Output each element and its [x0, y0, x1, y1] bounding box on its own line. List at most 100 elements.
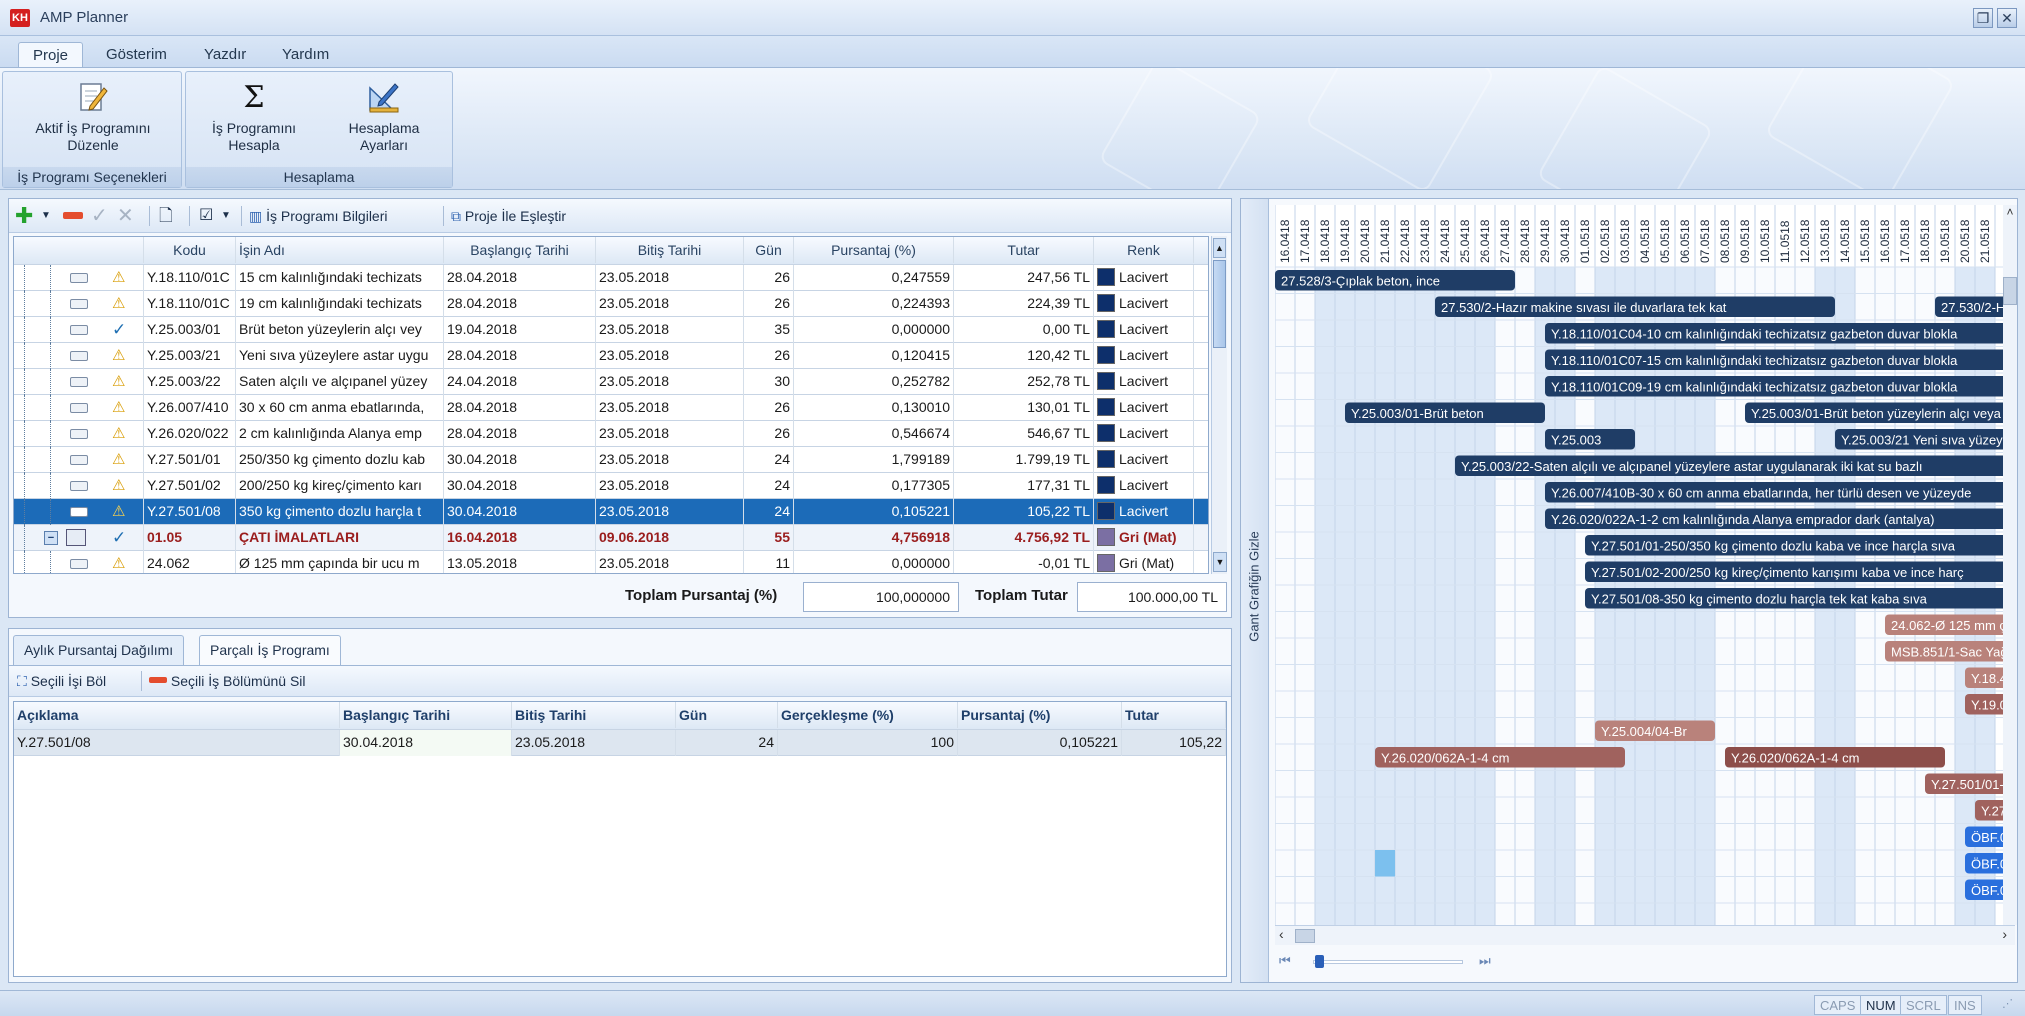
tree-cell[interactable]: ⚠	[14, 369, 144, 395]
gantt-hscroll-thumb[interactable]	[1295, 929, 1315, 943]
add-dropdown-chevron-icon[interactable]: ▼	[41, 204, 51, 228]
split-header-aciklama[interactable]: Açıklama	[14, 702, 340, 728]
gantt-bar[interactable]: MSB.851/1-Sac Yağmur İniş	[1885, 641, 2003, 662]
resize-grip-icon[interactable]: ⋰	[2002, 997, 2013, 1010]
calculation-settings-button[interactable]: Hesaplama Ayarları	[324, 74, 444, 166]
table-row[interactable]: ⚠ 24.062 Ø 125 mm çapında bir ucu m 13.05.2…	[14, 551, 1208, 573]
table-row[interactable]: ✓ Y.25.003/01 Brüt beton yüzeylerin alçı v…	[14, 317, 1208, 343]
add-icon[interactable]: ✚	[15, 204, 33, 228]
cancel-x-icon[interactable]: ✕	[117, 204, 134, 228]
table-row[interactable]: ⚠ Y.27.501/01 250/350 kg çimento dozlu kab…	[14, 447, 1208, 473]
gantt-bar[interactable]: Y.27.501/02-200/250 kg kireç/çimento kar…	[1585, 561, 2003, 583]
nav-last-icon[interactable]: ⏭	[1479, 953, 1491, 969]
remove-button[interactable]	[63, 204, 85, 228]
grid-header-kodu[interactable]: Kodu	[144, 237, 236, 263]
scroll-down-icon[interactable]: ▼	[1213, 552, 1227, 572]
collapse-node-icon[interactable]: −	[44, 531, 58, 545]
confirm-check-icon[interactable]: ✓	[91, 204, 108, 228]
split-task-button[interactable]: ⛶ Seçili İşi Böl	[17, 669, 106, 693]
gantt-bar[interactable]: Y.25.003/22-Saten alçılı ve alçıpanel yü…	[1455, 455, 2003, 477]
nav-first-icon[interactable]: ⏮	[1279, 953, 1291, 969]
grid-vertical-scrollbar[interactable]: ▲ ▼	[1211, 236, 1227, 574]
gantt-bar[interactable]: 27.528/3-Çıplak beton, ince	[1275, 270, 1515, 291]
gantt-bar[interactable]: 27.530/2-Hazır makine sıvası ile duvarla…	[1435, 296, 1835, 318]
tab-gosterim[interactable]: Gösterim	[92, 42, 181, 68]
table-row[interactable]: ⚠ Y.18.110/01C 19 cm kalınlığındaki techiz…	[14, 291, 1208, 317]
gantt-scroll-thumb[interactable]	[2003, 277, 2017, 305]
edit-active-program-button[interactable]: Aktif İş Programını Düzenle	[13, 74, 173, 166]
gantt-bar[interactable]: Y.18.110/01C09-19 cm kalınlığındaki tech…	[1545, 376, 2003, 397]
tree-cell[interactable]: ⚠	[14, 551, 144, 573]
tab-proje[interactable]: Proje	[18, 42, 84, 68]
gantt-bar[interactable]: Y.25.003/01-Brüt beton yüzeylerin alçı v…	[1745, 402, 2003, 424]
table-row[interactable]: ⚠ Y.25.003/21 Yeni sıva yüzeylere astar uy…	[14, 343, 1208, 369]
grid-header-renk[interactable]: Renk	[1094, 237, 1194, 263]
gantt-bar[interactable]: 27.530/2-Hazır	[1935, 296, 2003, 318]
close-window-button[interactable]: ✕	[1997, 8, 2017, 28]
table-row[interactable]: ⚠ Y.27.501/02 200/250 kg kireç/çimento kar…	[14, 473, 1208, 499]
tab-parcali-is-programi[interactable]: Parçalı İş Programı	[199, 635, 341, 665]
gantt-selected-cell[interactable]	[1375, 850, 1395, 877]
gantt-bar[interactable]: Y.27.585/B-	[1975, 800, 2003, 821]
timeline-track[interactable]	[1313, 960, 1463, 964]
gantt-toggle-strip[interactable]: Gant Grafiğin Gizle	[1241, 199, 1269, 982]
tree-cell[interactable]: ⚠	[14, 473, 144, 499]
split-header-pursantaj[interactable]: Pursantaj (%)	[958, 702, 1122, 728]
gantt-bar[interactable]: Y.26.020/022A-1-2 cm kalınlığında Alanya…	[1545, 508, 2003, 530]
gantt-bar[interactable]: Y.25.003/21 Yeni sıva yüzeylere	[1835, 429, 2003, 450]
table-row[interactable]: ⚠ Y.26.007/410 30 x 60 cm anma ebatlarında…	[14, 395, 1208, 421]
hide-gantt-label[interactable]: Gant Grafiğin Gizle	[1247, 502, 1262, 672]
gantt-bar[interactable]: Y.25.004/04-Br	[1595, 720, 1715, 742]
gantt-bar[interactable]: Y.18.461/041-150	[1965, 667, 2003, 689]
gantt-scroll-right-icon[interactable]: ›	[2002, 926, 2007, 942]
gantt-bar[interactable]: Y.26.007/410B-30 x 60 cm anma ebatlarınd…	[1545, 482, 2003, 503]
grid-header-isin-adi[interactable]: İşin Adı	[236, 237, 444, 263]
tab-yardim[interactable]: Yardım	[268, 42, 343, 68]
split-header-gun[interactable]: Gün	[676, 702, 778, 728]
match-project-button[interactable]: ⧉ Proje İle Eşleştir	[451, 204, 566, 228]
tree-cell[interactable]: ⚠	[14, 265, 144, 291]
grid-header-no[interactable]: No	[1194, 237, 1208, 263]
table-row[interactable]: − ✓ 01.05 ÇATI İMALATLARI 16.04.2018 09.06.20…	[14, 525, 1208, 551]
gantt-bar[interactable]: Y.26.020/062A-1-4 cm	[1725, 747, 1945, 768]
gantt-scroll-left-icon[interactable]: ‹	[1279, 926, 1284, 942]
gantt-bar[interactable]: Y.18.110/01C07-15 cm kalınlığındaki tech…	[1545, 349, 2003, 371]
document-icon[interactable]: 🗋	[159, 204, 173, 228]
split-grid-row[interactable]: Y.27.501/08 30.04.2018 23.05.2018 24 100…	[14, 730, 1226, 756]
grid-header-bitis[interactable]: Bitiş Tarihi	[596, 237, 744, 263]
gantt-bar[interactable]: ÖBF.070-LK2 90x2	[1965, 826, 2003, 848]
gantt-bar[interactable]: Y.26.020/062A-1-4 cm	[1375, 747, 1625, 768]
gantt-bar[interactable]: 24.062-Ø 125 mm çapında	[1885, 614, 2003, 636]
timeline-slider-handle[interactable]	[1315, 955, 1324, 968]
tree-cell[interactable]: ⚠	[14, 291, 144, 317]
gantt-bar[interactable]: Y.25.003/01-Brüt beton	[1345, 402, 1545, 424]
grid-header-tutar[interactable]: Tutar	[954, 237, 1094, 263]
tree-cell[interactable]: ⚠	[14, 447, 144, 473]
gantt-bar[interactable]: Y.27.501/01-250/350 kg çimento dozlu kab…	[1585, 535, 2003, 556]
calculate-program-button[interactable]: Σ İş Programını Hesapla	[194, 74, 314, 166]
gantt-bar[interactable]: ÖBF.080-LK1 100x	[1965, 853, 2003, 874]
split-header-baslangic[interactable]: Başlangıç Tarihi	[340, 702, 512, 728]
gantt-bar[interactable]: Y.27.501/01-250/350 kg	[1925, 773, 2003, 795]
split-header-tutar[interactable]: Tutar	[1122, 702, 1226, 728]
gantt-bar[interactable]: Y.18.110/01C04-10 cm kalınlığındaki tech…	[1545, 323, 2003, 344]
table-row[interactable]: ⚠ Y.27.501/08 350 kg çimento dozlu harçla …	[14, 499, 1208, 525]
split-header-bitis[interactable]: Bitiş Tarihi	[512, 702, 676, 728]
gantt-bar[interactable]: Y.25.003	[1545, 429, 1635, 450]
split-header-gerceklesme[interactable]: Gerçekleşme (%)	[778, 702, 958, 728]
gantt-bar[interactable]: Y.27.501/08-350 kg çimento dozlu harçla …	[1585, 588, 2003, 609]
grid-header-pursantaj[interactable]: Pursantaj (%)	[794, 237, 954, 263]
tab-aylik-pursantaj[interactable]: Aylık Pursantaj Dağılımı	[13, 635, 185, 665]
checklist-icon[interactable]: ☑	[199, 204, 213, 228]
grid-header-baslangic[interactable]: Başlangıç Tarihi	[444, 237, 596, 263]
tree-cell[interactable]: ⚠	[14, 395, 144, 421]
table-row[interactable]: ⚠ Y.26.020/022 2 cm kalınlığında Alanya em…	[14, 421, 1208, 447]
split-cell-baslangic[interactable]: 30.04.2018	[340, 730, 512, 756]
tree-cell[interactable]: ⚠	[14, 421, 144, 447]
gantt-scroll-up-icon[interactable]: ˄	[2003, 205, 2017, 219]
grid-header-gun[interactable]: Gün	[744, 237, 794, 263]
gantt-horizontal-scrollbar[interactable]: ‹ ›	[1275, 925, 2015, 945]
scroll-thumb[interactable]	[1213, 260, 1226, 348]
table-row[interactable]: ⚠ Y.25.003/22 Saten alçılı ve alçıpanel yü…	[14, 369, 1208, 395]
tab-yazdir[interactable]: Yazdır	[190, 42, 260, 68]
